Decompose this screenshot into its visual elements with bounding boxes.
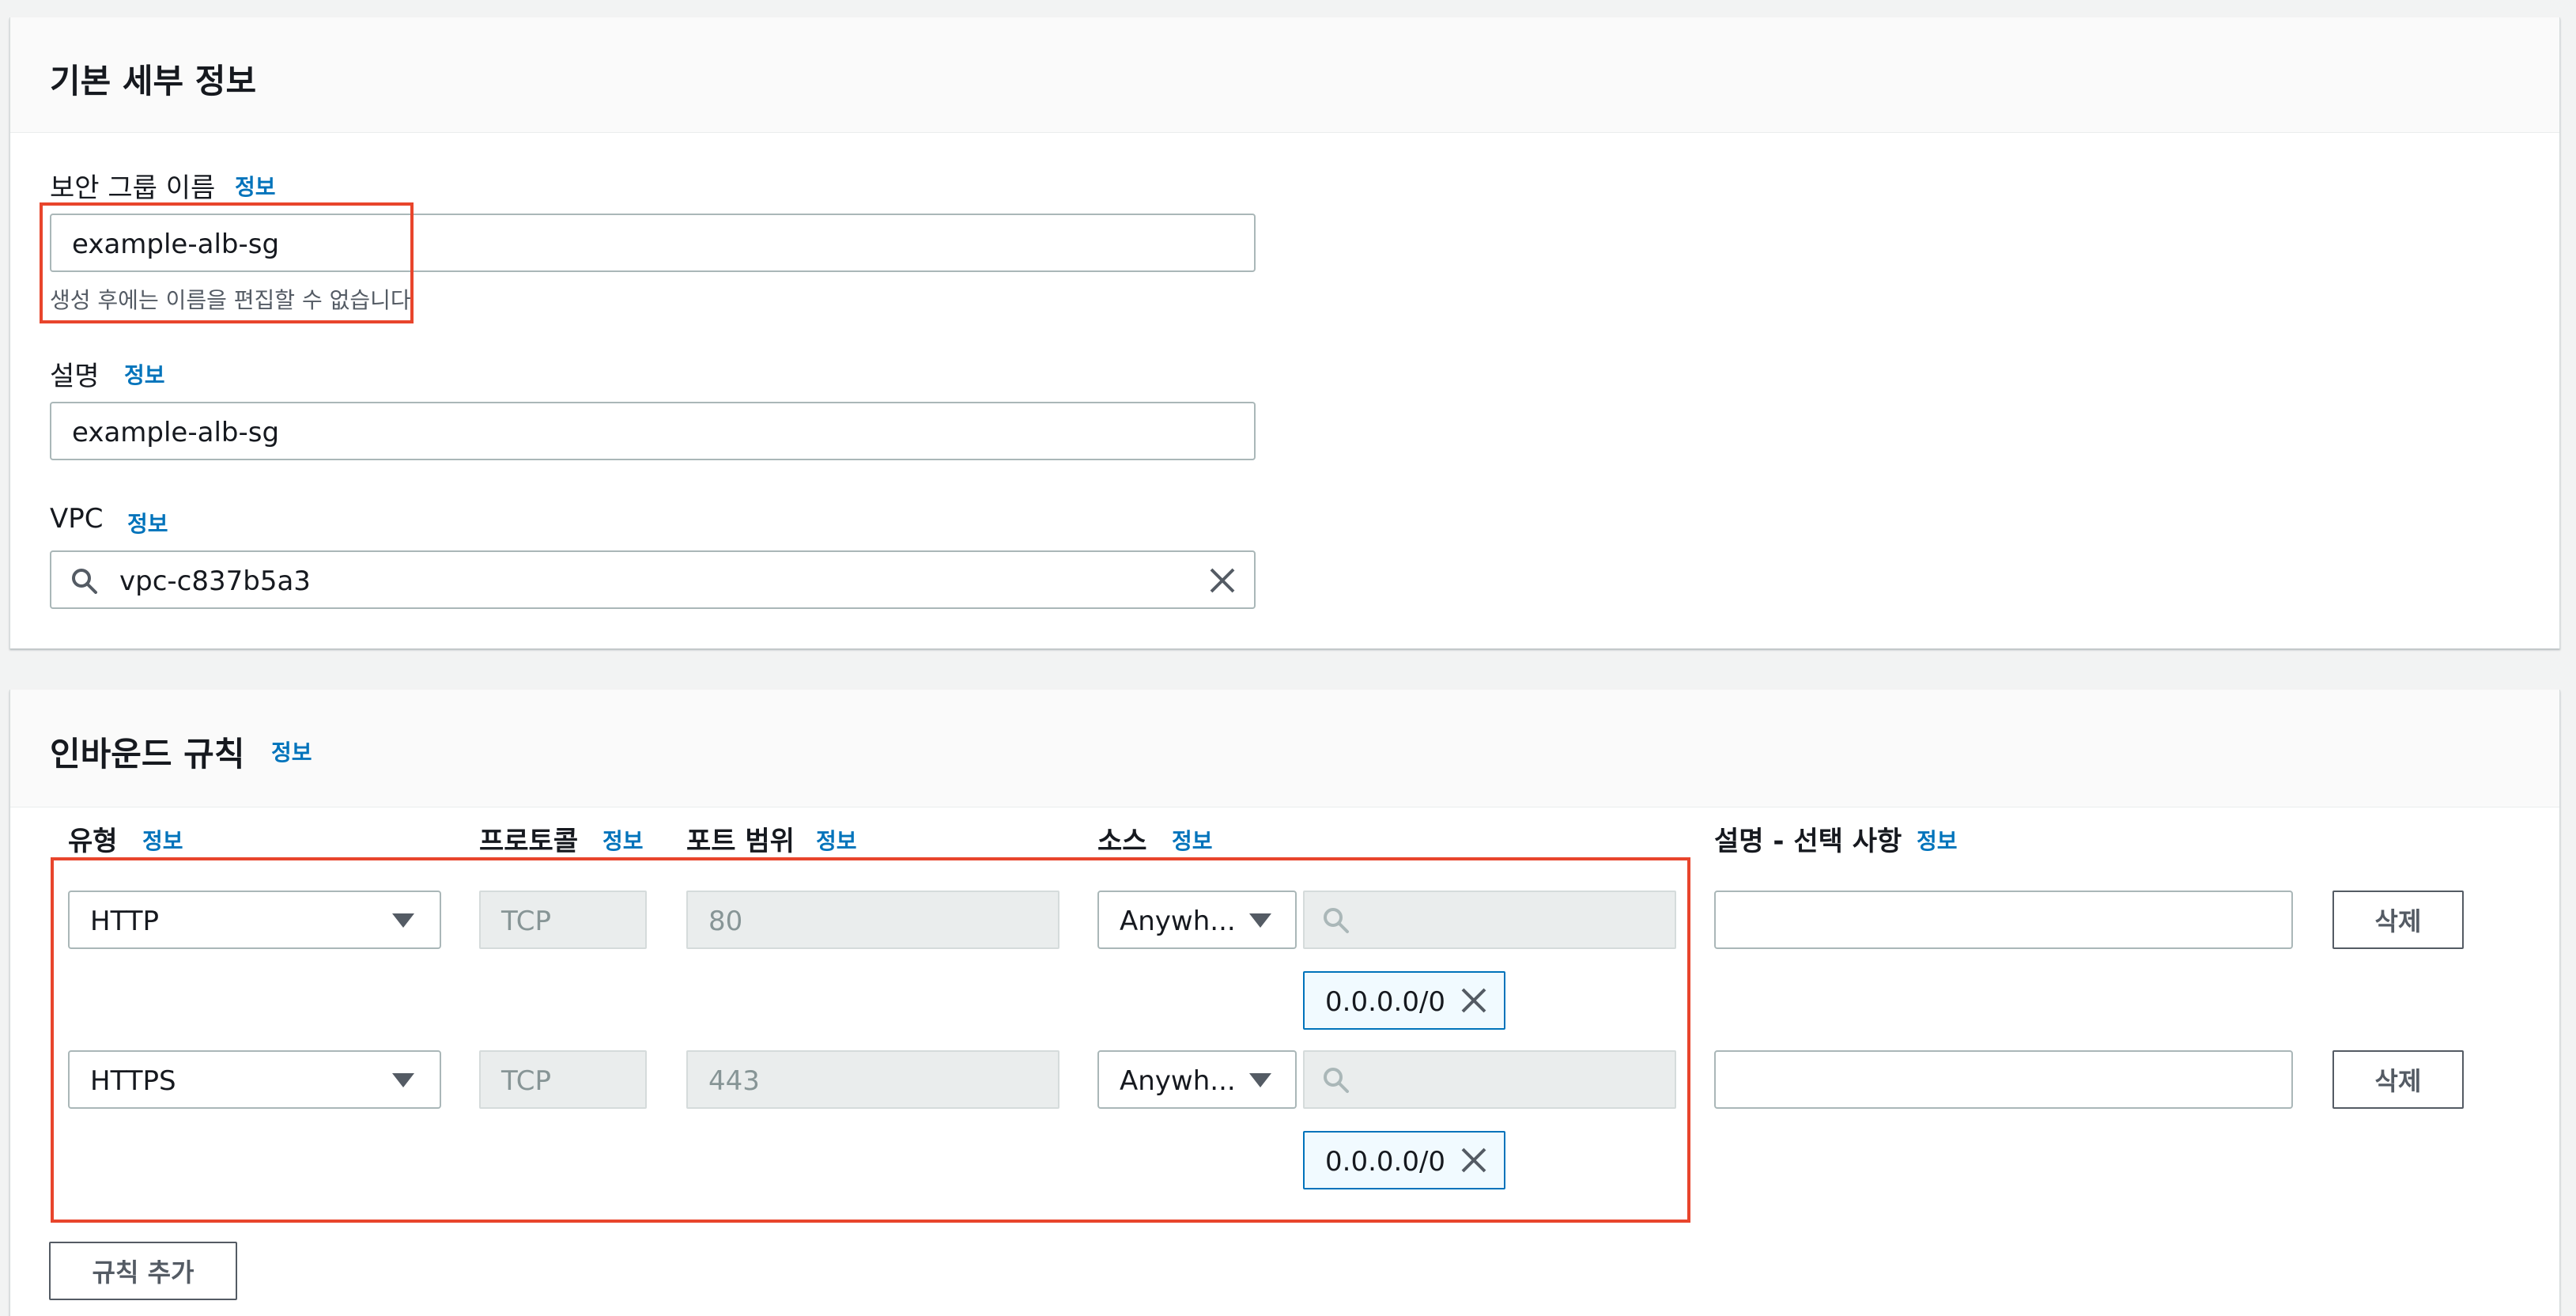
clear-icon[interactable] xyxy=(1208,566,1237,595)
rule-2-delete-button[interactable]: 삭제 xyxy=(2332,1050,2464,1109)
inbound-rules-highlight xyxy=(51,857,1690,1223)
description-input[interactable]: example-alb-sg xyxy=(50,402,1256,460)
rule-2-description-input[interactable] xyxy=(1714,1050,2293,1109)
sg-name-label: 보안 그룹 이름 xyxy=(50,172,216,204)
sg-name-info-link[interactable]: 정보 xyxy=(235,170,276,202)
basic-details-panel: 기본 세부 정보 보안 그룹 이름 정보 example-alb-sg 생성 후… xyxy=(9,17,2560,649)
col-port-info-link[interactable]: 정보 xyxy=(816,824,857,856)
col-port-header: 포트 범위 xyxy=(686,826,795,857)
vpc-info-link[interactable]: 정보 xyxy=(127,507,168,539)
search-icon xyxy=(70,567,99,596)
vpc-value: vpc-c837b5a3 xyxy=(119,565,311,597)
description-info-link[interactable]: 정보 xyxy=(124,358,165,390)
description-value: example-alb-sg xyxy=(72,417,280,448)
inbound-rules-title: 인바운드 규칙 xyxy=(50,735,245,773)
col-type-header: 유형 xyxy=(68,826,118,857)
vpc-label: VPC xyxy=(50,503,104,535)
basic-details-header: 기본 세부 정보 xyxy=(10,17,2559,133)
col-description-info-link[interactable]: 정보 xyxy=(1917,824,1958,856)
vpc-search-input[interactable]: vpc-c837b5a3 xyxy=(50,550,1256,609)
sg-name-highlight xyxy=(40,202,414,323)
inbound-rules-header: 인바운드 규칙 정보 xyxy=(10,690,2559,807)
col-protocol-header: 프로토콜 xyxy=(479,826,579,857)
col-description-header: 설명 - 선택 사항 xyxy=(1714,826,1902,857)
col-type-info-link[interactable]: 정보 xyxy=(142,824,183,856)
rule-1-delete-button[interactable]: 삭제 xyxy=(2332,891,2464,949)
col-protocol-info-link[interactable]: 정보 xyxy=(602,824,644,856)
description-label: 설명 xyxy=(50,361,100,392)
basic-details-title: 기본 세부 정보 xyxy=(50,62,257,100)
inbound-rules-info-link[interactable]: 정보 xyxy=(271,736,312,767)
col-source-header: 소스 xyxy=(1097,826,1147,857)
rule-1-description-input[interactable] xyxy=(1714,891,2293,949)
add-rule-button[interactable]: 규칙 추가 xyxy=(49,1242,237,1300)
col-source-info-link[interactable]: 정보 xyxy=(1172,824,1213,856)
